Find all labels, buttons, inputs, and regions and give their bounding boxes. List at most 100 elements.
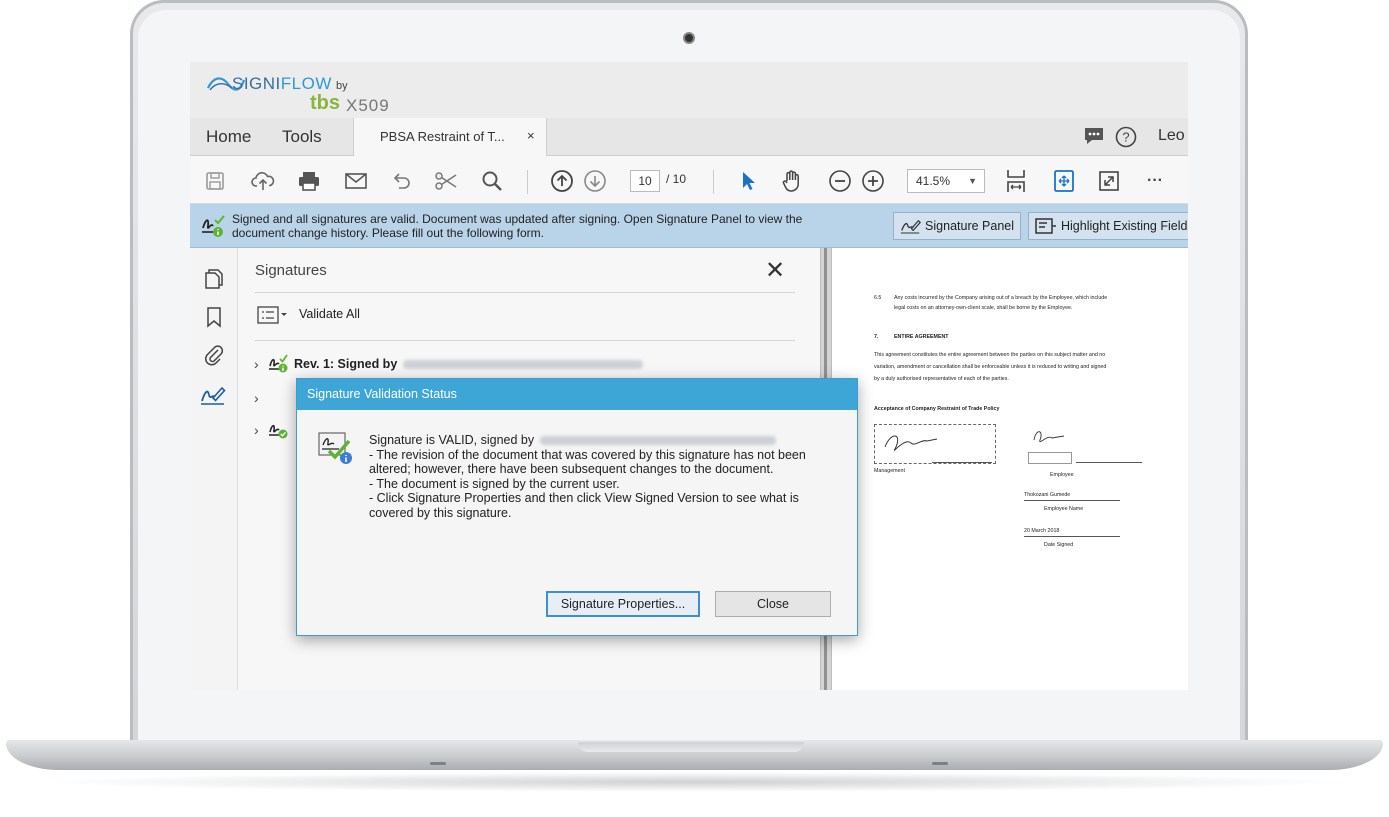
close-button[interactable]: Close — [715, 591, 831, 617]
signature-validation-dialog: Signature Validation Status Signature is… — [296, 378, 858, 636]
page-number-input[interactable]: 10 — [630, 170, 660, 192]
user-name[interactable]: Leo — [1158, 127, 1185, 145]
left-navigation-rail — [190, 248, 238, 690]
save-icon[interactable] — [202, 168, 228, 194]
toolbar-separator — [527, 170, 528, 194]
close-tab-icon[interactable]: × — [527, 128, 535, 143]
tab-home[interactable]: Home — [206, 127, 251, 147]
svg-text:?: ? — [1122, 130, 1129, 145]
search-icon[interactable] — [479, 168, 505, 194]
clause-number: 7. — [874, 334, 879, 340]
chevron-right-icon[interactable]: › — [254, 422, 268, 438]
clause-text: Any costs incurred by the Company arisin… — [894, 295, 1108, 301]
hand-tool-icon[interactable] — [779, 168, 805, 194]
signature-properties-button[interactable]: Signature Properties... — [546, 591, 700, 617]
fit-page-icon[interactable] — [1003, 168, 1029, 194]
document-page: 6.5 Any costs incurred by the Company ar… — [832, 248, 1188, 690]
employee-name-label: Employee Name — [1044, 506, 1084, 512]
signiflow-logo: SIGNIFLOW by tbs X509 — [206, 68, 406, 116]
print-icon[interactable] — [296, 168, 322, 194]
zoom-out-icon[interactable] — [827, 168, 853, 194]
management-label: Management — [874, 468, 905, 474]
redacted-signer — [540, 436, 777, 446]
signature-info-bar: Signed and all signatures are valid. Doc… — [190, 204, 1188, 248]
tab-document-label: PBSA Restraint of T... — [380, 129, 505, 144]
signature-line — [1024, 536, 1120, 537]
acceptance-heading: Acceptance of Company Restraint of Trade… — [874, 406, 1000, 412]
signature-row[interactable]: › — [254, 390, 268, 406]
signature-panel-button[interactable]: Signature Panel — [893, 212, 1021, 240]
logo-sign-text: SIGNIFLOW — [232, 74, 332, 93]
employee-name-value: Thokozani Gumede — [1024, 492, 1071, 498]
management-signature-field[interactable] — [874, 424, 996, 464]
signature-stamp — [1028, 452, 1072, 464]
info-bar-message: Signed and all signatures are valid. Doc… — [232, 212, 892, 240]
tab-bar: Home Tools PBSA Restraint of T... × ? Le… — [190, 118, 1188, 156]
select-cursor-icon[interactable] — [735, 168, 761, 194]
highlight-fields-button[interactable]: Highlight Existing Field — [1028, 212, 1188, 240]
signature-row[interactable]: › — [254, 420, 290, 440]
signature-valid-icon — [269, 424, 288, 439]
undo-icon[interactable] — [388, 168, 414, 194]
clause-number: 6.5 — [874, 295, 882, 301]
paperclip-icon[interactable] — [204, 344, 224, 371]
pages-icon[interactable] — [204, 268, 224, 295]
toolbar-separator — [713, 170, 714, 194]
fullscreen-icon[interactable] — [1096, 168, 1122, 194]
next-page-icon[interactable] — [582, 168, 608, 194]
logo-tbs-text: tbs — [310, 92, 340, 114]
laptop-foot — [430, 762, 446, 765]
divider — [255, 292, 795, 293]
laptop-notch — [578, 742, 804, 752]
upload-cloud-icon[interactable] — [250, 168, 276, 194]
signature-valid-info-icon — [317, 429, 355, 472]
employee-label: Employee — [1050, 472, 1074, 478]
bookmark-icon[interactable] — [204, 306, 224, 333]
tab-tools[interactable]: Tools — [282, 127, 322, 147]
divider — [255, 340, 795, 341]
chevron-right-icon[interactable]: › — [254, 390, 268, 406]
email-icon[interactable] — [343, 168, 369, 194]
chevron-right-icon[interactable]: › — [254, 356, 268, 372]
signature-row[interactable]: › Rev. 1: Signed by — [254, 354, 644, 374]
more-options-icon[interactable]: ··· — [1142, 168, 1168, 194]
laptop-foot — [932, 762, 948, 765]
app-header: SIGNIFLOW by tbs X509 — [190, 62, 1188, 118]
highlight-fields-label: Highlight Existing Field — [1061, 219, 1188, 233]
laptop-shadow — [40, 772, 1349, 792]
dialog-line: Signature is VALID, signed by — [369, 433, 839, 448]
main-toolbar: 10 / 10 41.5% ▼ ··· — [190, 156, 1188, 204]
dialog-title: Signature Validation Status — [297, 379, 857, 410]
scan-page-icon[interactable] — [1051, 168, 1077, 194]
dialog-line: - The document is signed by the current … — [369, 476, 620, 491]
comment-icon[interactable] — [1083, 126, 1105, 151]
dialog-line: - The revision of the document that was … — [369, 447, 810, 477]
signature-row-label: Rev. 1: Signed by — [294, 357, 398, 371]
signature-line — [1024, 500, 1120, 501]
date-value: 20 March 2018 — [1024, 528, 1060, 534]
help-icon[interactable]: ? — [1115, 126, 1137, 153]
signatures-panel-title: Signatures — [255, 262, 327, 279]
handwritten-signature — [884, 435, 938, 451]
clause-text: This agreement constitutes the entire ag… — [874, 352, 1106, 358]
redacted-signer — [403, 359, 644, 369]
signature-line — [932, 462, 992, 463]
clause-text: legal costs on an attorney-own-client sc… — [894, 305, 1073, 311]
close-icon[interactable]: ✕ — [765, 256, 785, 285]
zoom-in-icon[interactable] — [860, 168, 886, 194]
camera-icon — [683, 32, 695, 44]
signature-pen-icon — [900, 219, 922, 234]
previous-page-icon[interactable] — [549, 168, 575, 194]
signature-pen-icon[interactable] — [200, 384, 228, 411]
clause-text: by a duly authorised representative of e… — [874, 376, 1009, 382]
zoom-select[interactable]: 41.5% ▼ — [907, 169, 985, 193]
options-menu-icon[interactable] — [257, 306, 291, 329]
info-bar-line: Signed and all signatures are valid. Doc… — [232, 212, 803, 226]
scissors-icon[interactable] — [433, 168, 459, 194]
tab-document[interactable]: PBSA Restraint of T... × — [353, 118, 547, 156]
dialog-line: - Click Signature Properties and then cl… — [369, 491, 803, 520]
info-bar-line: document change history. Please fill out… — [232, 226, 544, 240]
date-signed-label: Date Signed — [1044, 542, 1074, 548]
signature-line — [1076, 462, 1142, 463]
validate-all-button[interactable]: Validate All — [299, 307, 360, 321]
